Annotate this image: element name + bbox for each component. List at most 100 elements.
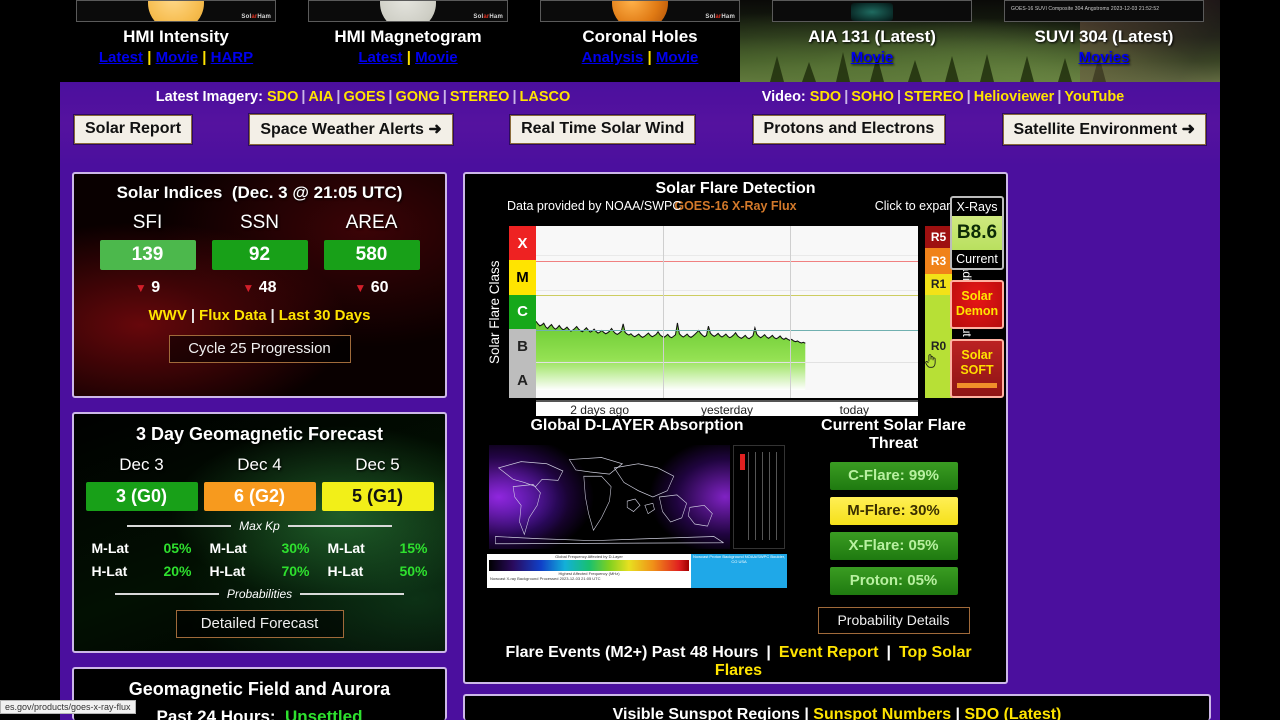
radio-band-R0: R0: [925, 294, 952, 398]
geo-kp-value-0: 3 (G0): [85, 482, 198, 511]
d-layer-map[interactable]: [487, 443, 787, 551]
link-analysis[interactable]: Analysis: [582, 49, 644, 66]
bottom-clipped-panel: Visible Sunspot Regions | Sunspot Number…: [463, 694, 1211, 720]
thumbnail-image-hmi-magnetogram[interactable]: SolarHam: [308, 0, 508, 22]
thumbnail-image-hmi-intensity[interactable]: SolarHam: [76, 0, 276, 22]
geo-day-label: Dec 4: [237, 455, 282, 474]
link-movie[interactable]: Movie: [415, 49, 458, 66]
video-group: Video: SDO | SOHO | STEREO | Helioviewer | YouTu…: [761, 89, 1125, 105]
imagery-link-sdo[interactable]: SDO: [267, 89, 298, 105]
geo-hlat-1: H-Lat 70%: [209, 563, 310, 579]
solar-indices-title: Solar Indices (Dec. 3 @ 21:05 UTC): [116, 183, 403, 202]
aurora-status-badge: Unsettled: [285, 707, 363, 720]
colorbar-caption: Global Frequency Affected by D-Layer: [555, 554, 623, 559]
flare-side-legend: X-Rays B8.6 Current Solar Demon Solar SO…: [950, 196, 1006, 398]
class-band-M: M: [509, 260, 536, 295]
thumbnail-image-coronal-holes[interactable]: SolarHam: [540, 0, 740, 22]
nav-button-row: Solar Report Space Weather Alerts ➜ Real…: [60, 105, 1220, 145]
thumbnail-hmi-intensity[interactable]: SolarHam HMI Intensity Latest | Movie | …: [60, 0, 292, 66]
link-movie[interactable]: Movie: [156, 49, 199, 66]
index-header: SFI: [132, 212, 163, 233]
thumbnail-suvi-304[interactable]: GOES-16 SUVI Composite 304 Angstroms 202…: [988, 0, 1220, 66]
d-layer-title: Global D-LAYER Absorption: [530, 417, 744, 434]
quicklinks-row: Latest Imagery: SDO | AIA | GOES | GONG | STEREO…: [60, 82, 1220, 105]
link-movie[interactable]: Movie: [656, 49, 699, 66]
thumbnail-hmi-magnetogram[interactable]: SolarHam HMI Magnetogram Latest | Movie: [292, 0, 524, 66]
lower-section: Global D-LAYER Absorption Global Frequen…: [465, 417, 1006, 634]
thumbnail-links: Movies: [988, 49, 1220, 66]
video-label: Video:: [761, 89, 806, 105]
protons-and-electrons-button[interactable]: Protons and Electrons: [752, 115, 946, 144]
max-kp-label: Max Kp: [239, 519, 280, 533]
link-wwv[interactable]: WWV: [149, 307, 187, 324]
link-latest[interactable]: Latest: [358, 49, 402, 66]
xray-flux-chart[interactable]: Solar Flare Class X M C B A 2 days ago y…: [487, 214, 996, 417]
geo-mlat-row: M-Lat 05% M-Lat 30% M-Lat 15%: [74, 540, 445, 556]
class-band-X: X: [509, 226, 536, 261]
real-time-solar-wind-button[interactable]: Real Time Solar Wind: [510, 115, 696, 144]
imagery-link-gong[interactable]: GONG: [395, 89, 439, 105]
solar-indices-timestamp: (Dec. 3 @ 21:05 UTC): [231, 183, 403, 202]
world-map-image: [489, 445, 730, 549]
link-flux-data[interactable]: Flux Data: [199, 307, 267, 324]
link-movie[interactable]: Movie: [851, 49, 894, 66]
probabilities-divider: Probabilities: [74, 587, 445, 601]
detailed-forecast-button[interactable]: Detailed Forecast: [175, 610, 344, 638]
video-link-stereo[interactable]: STEREO: [904, 89, 964, 105]
imagery-link-goes[interactable]: GOES: [343, 89, 385, 105]
thumbnail-image-aia-131[interactable]: [772, 0, 972, 22]
geomagnetic-forecast-title: 3 Day Geomagnetic Forecast: [135, 424, 384, 444]
thumbnail-title: SUVI 304 (Latest): [1034, 27, 1174, 46]
radio-blackout-scale: R5 R3 R1 R0: [925, 226, 952, 398]
solar-soft-button[interactable]: Solar SOFT: [950, 339, 1004, 398]
thumbnail-aia-131[interactable]: AIA 131 (Latest) Movie: [756, 0, 988, 66]
imagery-link-stereo[interactable]: STEREO: [450, 89, 510, 105]
flare-panel-header: Solar Flare Detection GOES-16 X-Ray Flux…: [465, 174, 1006, 214]
class-band-B: B: [509, 329, 536, 364]
xray-current-value: B8.6: [952, 216, 1002, 250]
solar-indices-columns: SFI 139 ▼ 9 SSN 92 ▼ 48 AREA 580 ▼ 60: [74, 212, 445, 297]
cycle-25-progression-button[interactable]: Cycle 25 Progression: [168, 335, 351, 363]
index-area: AREA 580 ▼ 60: [323, 212, 420, 297]
threat-m-flare: M-Flare: 30%: [829, 497, 958, 525]
geo-hlat-0: H-Lat 20%: [91, 563, 192, 579]
link-event-report[interactable]: Event Report: [779, 644, 879, 661]
link-movies[interactable]: Movies: [1079, 49, 1130, 66]
geo-day-2: Dec 5 5 (G1): [321, 455, 434, 511]
chart-y-axis-label: Solar Flare Class: [487, 260, 502, 364]
x-tick-2-days-ago: 2 days ago: [570, 403, 630, 417]
link-latest[interactable]: Latest: [99, 49, 143, 66]
solar-report-button[interactable]: Solar Report: [74, 115, 193, 144]
link-last-30-days[interactable]: Last 30 Days: [279, 307, 371, 324]
satellite-environment-button[interactable]: Satellite Environment ➜: [1002, 114, 1206, 145]
space-weather-alerts-button[interactable]: Space Weather Alerts ➜: [249, 114, 453, 145]
flare-events-heading: Flare Events (M2+) Past 48 Hours | Event R…: [505, 644, 972, 679]
x-tick-today: today: [839, 403, 869, 417]
info-box-text: Nowcast Proton Background NOAA/SWPC Boul…: [692, 554, 786, 564]
solar-flare-detection-panel: Solar Flare Detection GOES-16 X-Ray Flux…: [463, 172, 1008, 684]
radio-band-R3: R3: [925, 248, 952, 275]
colorbar-footer-left: Nowcast X-ray Background Processed 2023-…: [490, 576, 601, 581]
imagery-link-aia[interactable]: AIA: [308, 89, 333, 105]
video-link-helioviewer[interactable]: Helioviewer: [974, 89, 1055, 105]
geo-mlat-1: M-Lat 30%: [209, 540, 310, 556]
video-link-sdo[interactable]: SDO: [810, 89, 841, 105]
right-black-margin: [1220, 0, 1280, 720]
imagery-link-lasco[interactable]: LASCO: [520, 89, 571, 105]
geo-day-label: Dec 3: [119, 455, 164, 474]
video-link-soho[interactable]: SOHO: [851, 89, 894, 105]
thumbnail-coronal-holes[interactable]: SolarHam Coronal Holes Analysis | Movie: [524, 0, 756, 66]
thumbnail-image-suvi-304[interactable]: GOES-16 SUVI Composite 304 Angstroms 202…: [1004, 0, 1204, 22]
flare-events-title: Flare Events (M2+) Past 48 Hours: [505, 644, 759, 661]
chart-plot-area[interactable]: [536, 226, 918, 398]
solar-demon-button[interactable]: Solar Demon: [950, 280, 1004, 329]
link-harp[interactable]: HARP: [211, 49, 254, 66]
data-provider-label: Data provided by NOAA/SWPC: [507, 199, 682, 213]
probability-details-button[interactable]: Probability Details: [817, 607, 970, 634]
video-link-youtube[interactable]: YouTube: [1064, 89, 1124, 105]
class-band-A: A: [509, 363, 536, 398]
sun-disk-icon: [380, 1, 436, 21]
aurora-period-label: Past 24 Hours:: [156, 707, 276, 720]
thumbnail-title: HMI Magnetogram: [334, 27, 482, 46]
threat-proton: Proton: 05%: [829, 567, 958, 595]
